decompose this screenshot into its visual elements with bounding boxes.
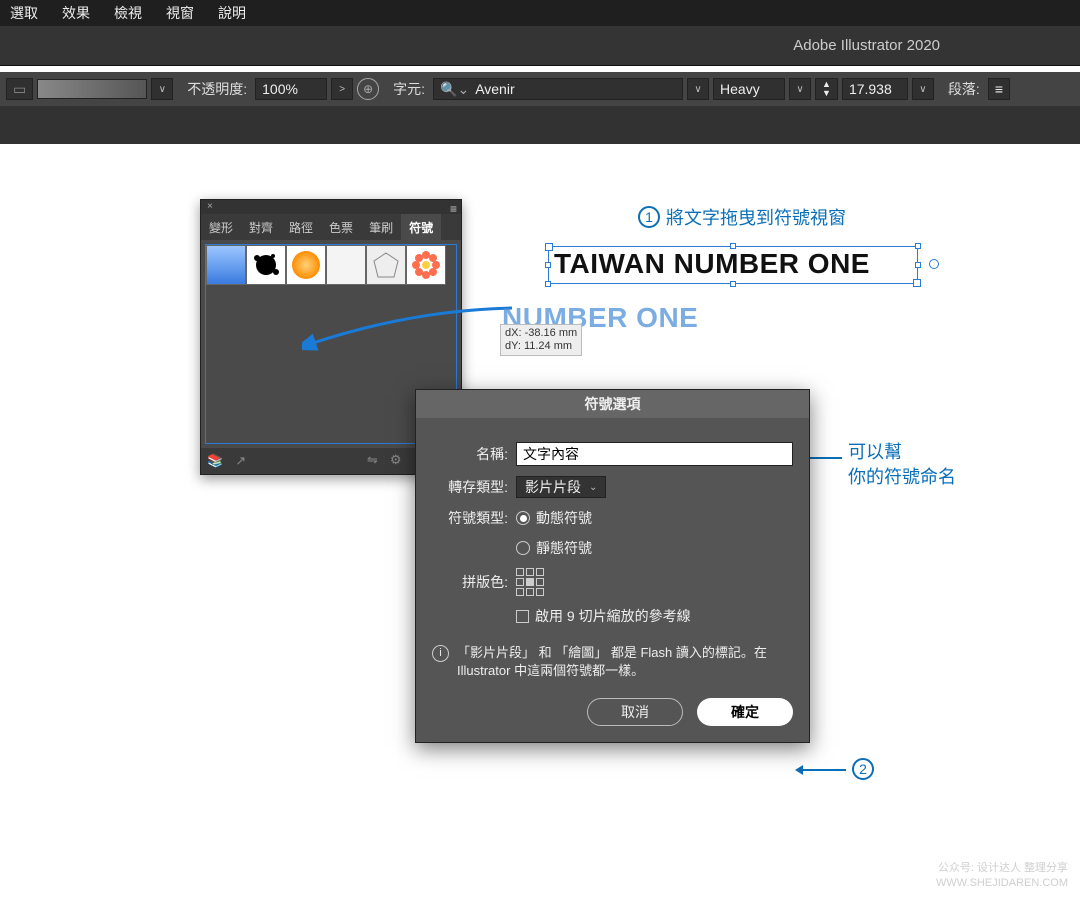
font-family-field[interactable]: 🔍⌄Avenir: [433, 78, 683, 100]
symbol-item[interactable]: [326, 245, 366, 285]
font-family-value: Avenir: [475, 81, 514, 97]
export-type-label: 轉存類型:: [432, 477, 508, 497]
font-family-dropdown[interactable]: ∨: [687, 78, 709, 100]
watermark: 公众号: 设计达人 整理分享 WWW.SHEJIDAREN.COM: [936, 861, 1068, 890]
menu-select[interactable]: 選取: [10, 3, 38, 23]
annotation-arrow-step2: [798, 769, 846, 771]
drag-dx: dX: -38.16 mm: [505, 327, 577, 340]
chevron-down-icon: ⌄: [589, 482, 597, 493]
drag-arrow: [302, 300, 522, 360]
symbol-item[interactable]: [366, 245, 406, 285]
annotation-step-2: 2: [852, 758, 874, 780]
font-size-dropdown[interactable]: ∨: [912, 78, 934, 100]
name-hint-line1: 可以幫: [848, 440, 956, 465]
break-link-icon[interactable]: ⇋: [367, 452, 378, 471]
font-size-field[interactable]: 17.938: [842, 78, 908, 100]
annotation-step-1: 1 將文字拖曳到符號視窗: [638, 204, 846, 230]
symbol-libraries-icon[interactable]: 📚: [207, 453, 223, 469]
name-input[interactable]: [516, 442, 793, 466]
registration-label: 拼版色:: [432, 572, 508, 592]
dialog-title: 符號選項: [416, 390, 809, 418]
symbol-item[interactable]: [286, 245, 326, 285]
radio-dynamic-label: 動態符號: [536, 508, 592, 528]
registration-grid[interactable]: [516, 568, 544, 596]
tab-brushes[interactable]: 筆刷: [361, 214, 401, 240]
symbol-item[interactable]: [406, 245, 446, 285]
no-selection-icon[interactable]: ▭: [6, 78, 33, 100]
drag-dy: dY: 11.24 mm: [505, 340, 577, 353]
symbol-item[interactable]: [246, 245, 286, 285]
nine-slice-label: 啟用 9 切片縮放的參考線: [535, 606, 691, 626]
opacity-label: 不透明度:: [187, 79, 247, 99]
canvas-text[interactable]: TAIWAN NUMBER ONE: [554, 248, 870, 280]
annotation-name-hint: 可以幫 你的符號命名: [848, 440, 956, 490]
place-symbol-icon[interactable]: ↗: [235, 453, 246, 469]
info-icon: i: [432, 645, 449, 662]
tab-path[interactable]: 路徑: [281, 214, 321, 240]
ok-button[interactable]: 確定: [697, 698, 793, 726]
app-title: Adobe Illustrator 2020: [793, 37, 940, 54]
menu-window[interactable]: 視窗: [166, 3, 194, 23]
font-size-stepper[interactable]: ▲▼: [815, 78, 838, 100]
opacity-field[interactable]: 100%: [255, 78, 327, 100]
font-weight-field[interactable]: Heavy: [713, 78, 785, 100]
panel-menu-icon[interactable]: ≡: [450, 202, 457, 216]
app-title-strip: Adobe Illustrator 2020: [0, 26, 1080, 66]
radio-static-label: 靜態符號: [536, 538, 592, 558]
tab-swatches[interactable]: 色票: [321, 214, 361, 240]
symbol-item[interactable]: [206, 245, 246, 285]
paragraph-align-icon[interactable]: ≡: [988, 78, 1010, 100]
menu-view[interactable]: 檢視: [114, 3, 142, 23]
dialog-info: i 「影片片段」 和 「繪圖」 都是 Flash 讀入的標記。在 Illustr…: [432, 644, 793, 680]
text-out-port-icon[interactable]: [929, 259, 939, 269]
swatch-dropdown[interactable]: ∨: [151, 78, 173, 100]
panel-tabs: 變形 對齊 路徑 色票 筆刷 符號: [201, 214, 461, 240]
opacity-more[interactable]: >: [331, 78, 353, 100]
character-label: 字元:: [393, 79, 425, 99]
paragraph-label: 段落:: [948, 79, 980, 99]
menubar: 選取 效果 檢視 視窗 說明: [0, 0, 1080, 26]
drag-measurement-tooltip: dX: -38.16 mm dY: 11.24 mm: [500, 324, 582, 356]
cancel-button[interactable]: 取消: [587, 698, 683, 726]
step-1-badge: 1: [638, 206, 660, 228]
panel-close-icon[interactable]: ×: [207, 203, 215, 211]
symbol-options-dialog: 符號選項 名稱: 轉存類型: 影片片段 ⌄ 符號類型: 動態符號 靜態符號 拼版…: [415, 389, 810, 743]
watermark-line2: WWW.SHEJIDAREN.COM: [936, 876, 1068, 890]
name-hint-line2: 你的符號命名: [848, 465, 956, 490]
step-1-text: 將文字拖曳到符號視窗: [666, 204, 846, 230]
export-type-dropdown[interactable]: 影片片段 ⌄: [516, 476, 606, 498]
export-type-value: 影片片段: [525, 477, 581, 497]
menu-effect[interactable]: 效果: [62, 3, 90, 23]
nine-slice-checkbox[interactable]: [516, 610, 529, 623]
fill-swatch[interactable]: [37, 79, 147, 99]
info-text: 「影片片段」 和 「繪圖」 都是 Flash 讀入的標記。在 Illustrat…: [457, 644, 793, 680]
font-weight-dropdown[interactable]: ∨: [789, 78, 811, 100]
tab-symbols[interactable]: 符號: [401, 214, 441, 240]
tab-align[interactable]: 對齊: [241, 214, 281, 240]
name-label: 名稱:: [432, 444, 508, 464]
symbol-options-icon[interactable]: ⚙: [390, 452, 402, 471]
menu-help[interactable]: 說明: [218, 3, 246, 23]
step-2-badge: 2: [852, 758, 874, 780]
options-bar: ▭ ∨ 不透明度: 100% > ⊕ 字元: 🔍⌄Avenir ∨ Heavy …: [0, 72, 1080, 106]
tab-transform[interactable]: 變形: [201, 214, 241, 240]
recolor-icon[interactable]: ⊕: [357, 78, 379, 100]
options-bar-gap: [0, 106, 1080, 144]
radio-dynamic[interactable]: [516, 511, 530, 525]
panel-titlebar[interactable]: × ≡: [201, 200, 461, 214]
radio-static[interactable]: [516, 541, 530, 555]
symbol-type-label: 符號類型:: [432, 508, 508, 528]
watermark-line1: 公众号: 设计达人 整理分享: [936, 861, 1068, 875]
